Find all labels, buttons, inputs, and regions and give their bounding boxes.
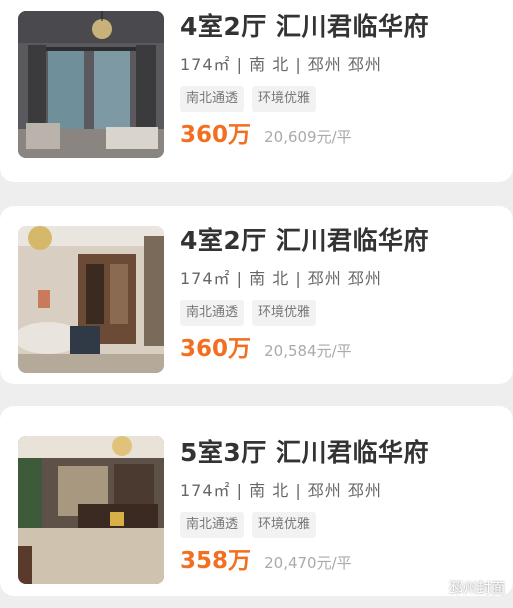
listing-card[interactable]: 4室2厅 汇川君临华府 174㎡ | 南 北 | 邳州 邳州 南北通透 环境优雅 …	[0, 206, 513, 384]
area: 174㎡	[180, 481, 231, 500]
price-row: 360万 20,609元/平	[180, 120, 503, 152]
area: 174㎡	[180, 55, 231, 74]
meta-separator: |	[236, 269, 244, 288]
listing-meta: 174㎡ | 南 北 | 邳州 邳州	[180, 54, 503, 76]
tag-list: 南北通透 环境优雅	[180, 86, 503, 112]
listing-meta: 174㎡ | 南 北 | 邳州 邳州	[180, 268, 503, 290]
listing-card[interactable]: 4室2厅 汇川君临华府 174㎡ | 南 北 | 邳州 邳州 南北通透 环境优雅 …	[0, 0, 513, 182]
orientation: 南 北	[249, 481, 290, 500]
tag: 环境优雅	[252, 86, 317, 112]
tag: 南北通透	[180, 86, 245, 112]
listing-list: 4室2厅 汇川君临华府 174㎡ | 南 北 | 邳州 邳州 南北通透 环境优雅 …	[0, 0, 513, 608]
listing-card[interactable]: 5室3厅 汇川君临华府 174㎡ | 南 北 | 邳州 邳州 南北通透 环境优雅 …	[0, 406, 513, 596]
district: 邳州 邳州	[307, 481, 382, 500]
price-row: 358万 20,470元/平	[180, 546, 503, 578]
area: 174㎡	[180, 269, 231, 288]
total-price: 360万	[180, 336, 252, 362]
meta-separator: |	[295, 55, 302, 74]
watermark-text: 邳州封面	[449, 581, 505, 597]
listing-info: 4室2厅 汇川君临华府 174㎡ | 南 北 | 邳州 邳州 南北通透 环境优雅 …	[180, 224, 503, 366]
orientation: 南 北	[249, 55, 290, 74]
listing-photo[interactable]	[18, 11, 164, 158]
unit-price: 20,470元/平	[264, 554, 352, 572]
unit-price: 20,584元/平	[264, 342, 352, 360]
district: 邳州 邳州	[307, 55, 382, 74]
orientation: 南 北	[249, 269, 290, 288]
tag-list: 南北通透 环境优雅	[180, 512, 503, 538]
total-price: 358万	[180, 548, 252, 574]
listing-title[interactable]: 5室3厅 汇川君临华府	[180, 436, 503, 470]
listing-photo[interactable]	[18, 436, 164, 584]
meta-separator: |	[295, 269, 302, 288]
tag: 环境优雅	[252, 300, 317, 326]
listing-title[interactable]: 4室2厅 汇川君临华府	[180, 224, 503, 258]
price-row: 360万 20,584元/平	[180, 334, 503, 366]
meta-separator: |	[236, 55, 244, 74]
listing-title[interactable]: 4室2厅 汇川君临华府	[180, 10, 503, 44]
tag: 南北通透	[180, 512, 245, 538]
unit-price: 20,609元/平	[264, 128, 352, 146]
listing-info: 4室2厅 汇川君临华府 174㎡ | 南 北 | 邳州 邳州 南北通透 环境优雅 …	[180, 10, 503, 152]
meta-separator: |	[236, 481, 244, 500]
tag-list: 南北通透 环境优雅	[180, 300, 503, 326]
listing-meta: 174㎡ | 南 北 | 邳州 邳州	[180, 480, 503, 502]
listing-photo[interactable]	[18, 226, 164, 373]
meta-separator: |	[295, 481, 302, 500]
district: 邳州 邳州	[307, 269, 382, 288]
tag: 南北通透	[180, 300, 245, 326]
listing-info: 5室3厅 汇川君临华府 174㎡ | 南 北 | 邳州 邳州 南北通透 环境优雅 …	[180, 436, 503, 578]
tag: 环境优雅	[252, 512, 317, 538]
wechat-icon	[422, 580, 444, 596]
watermark: 邳州封面	[422, 578, 505, 598]
total-price: 360万	[180, 122, 252, 148]
